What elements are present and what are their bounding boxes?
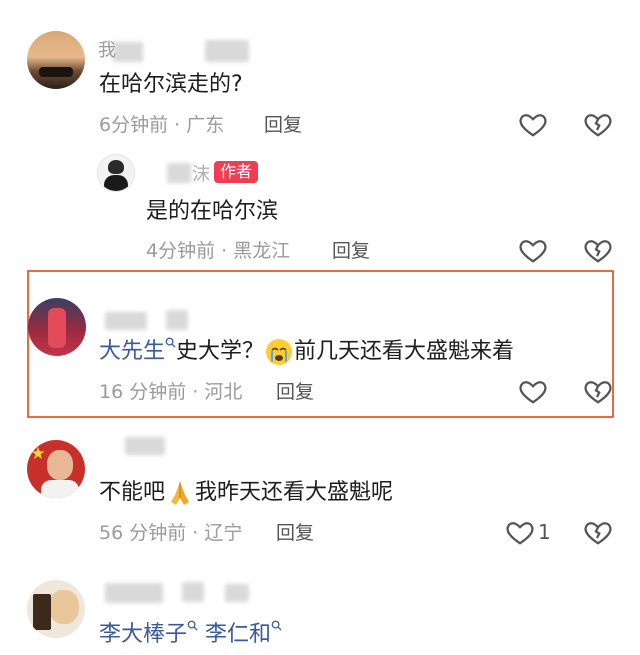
mention-link[interactable]: 大先生 [99,337,176,364]
avatar[interactable] [97,154,135,192]
avatar-person [108,160,124,174]
mention-name: 大先生 [99,339,166,364]
username-blurred [166,310,188,330]
avatar-motorcycle-silhouette [39,67,73,77]
avatar-cat [49,590,79,624]
reply-button[interactable]: 回复 [276,380,314,404]
crying-face-emoji [266,339,293,365]
username-blurred [205,40,249,62]
username-blurred [225,584,249,602]
username-blurred [113,42,143,62]
username-visible-char: 沫 [192,164,210,185]
reply-button[interactable]: 回复 [264,113,302,137]
username-blurred [125,437,165,455]
username-blurred [167,163,191,183]
avatar[interactable] [27,580,85,638]
separator: · [168,114,187,136]
like-count: 1 [538,520,551,544]
comment-text: 大先生 史大学？ 前几天还看大盛魁来着 [99,337,514,367]
mention-name: 李仁和 [205,622,272,647]
username-blurred [105,583,163,603]
comment-text: 是的在哈尔滨 [146,199,279,224]
comment-text-part: 前几天还看大盛魁来着 [294,339,515,364]
avatar-sign [33,594,51,630]
heart-outline-icon[interactable] [518,235,548,265]
search-icon [271,620,282,631]
username-blurred [105,312,147,330]
username-blurred [182,582,204,602]
timestamp: 4分钟前 [146,240,216,262]
praying-hands-emoji [171,482,190,505]
comment-text: 李大棒子 李仁和 [99,620,282,650]
search-icon [187,620,198,631]
comment-text: 在哈尔滨走的? [99,72,243,97]
timestamp: 56 分钟前 [99,522,187,544]
separator: · [215,240,234,262]
avatar[interactable] [27,31,85,89]
avatar-figure [48,308,66,348]
comment-meta: 16 分钟前 · 河北 [99,380,242,404]
comment-text: 不能吧 我昨天还看大盛魁呢 [99,478,393,508]
comment-meta: 6分钟前 · 广东 [99,113,224,137]
location: 辽宁 [204,522,243,544]
location: 广东 [186,114,225,136]
broken-heart-icon[interactable] [583,235,613,265]
broken-heart-icon[interactable] [583,517,613,547]
comment-text-part: 史大学？ [176,339,265,364]
comment-meta: 4分钟前 · 黑龙江 [146,239,290,263]
heart-outline-icon[interactable] [505,517,535,547]
comment-text-part: 我昨天还看大盛魁呢 [195,480,394,505]
heart-outline-icon[interactable] [518,109,548,139]
heart-outline-icon[interactable] [518,376,548,406]
avatar-person-body [104,175,128,191]
mention-name: 李大棒子 [99,622,188,647]
search-icon [165,337,176,348]
separator: · [186,381,205,403]
reply-button[interactable]: 回复 [332,239,370,263]
separator: · [186,522,205,544]
username-visible-char: 我 [98,40,116,61]
mention-link[interactable]: 李大棒子 [99,620,198,647]
timestamp: 16 分钟前 [99,381,187,403]
avatar[interactable] [27,440,85,498]
location: 黑龙江 [233,240,291,262]
location: 河北 [204,381,243,403]
avatar[interactable] [28,298,86,356]
comment-text-part: 不能吧 [99,480,166,505]
author-badge: 作者 [214,161,259,183]
reply-button[interactable]: 回复 [276,521,314,545]
comment-meta: 56 分钟前 · 辽宁 [99,521,242,545]
broken-heart-icon[interactable] [583,376,613,406]
timestamp: 6分钟前 [99,114,169,136]
star-icon [31,446,45,460]
mention-link[interactable]: 李仁和 [205,620,282,647]
avatar-face [47,450,73,480]
broken-heart-icon[interactable] [583,109,613,139]
avatar-shirt [41,480,79,498]
